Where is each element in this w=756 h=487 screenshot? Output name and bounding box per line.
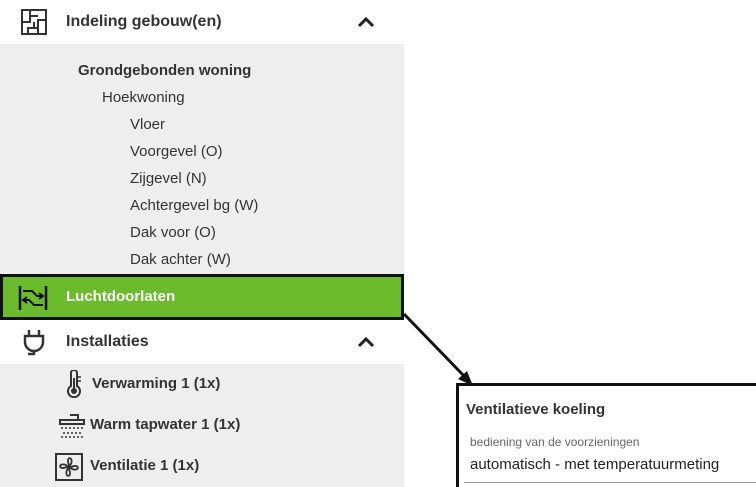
control-select[interactable]: automatisch - met temperatuurmeting xyxy=(470,456,719,473)
control-select-underline xyxy=(464,482,756,483)
chevron-up-icon[interactable] xyxy=(356,12,376,32)
control-field-label: bediening van de voorzieningen xyxy=(470,435,640,449)
sidebar-item-hot-water[interactable]: Warm tapwater 1 (1x) xyxy=(0,405,404,446)
installations-section-label: Installaties xyxy=(66,333,149,350)
tree-item-corner-house[interactable]: Hoekwoning xyxy=(102,89,185,106)
building-section-header[interactable]: Indeling gebouw(en) xyxy=(0,0,404,44)
floorplan-icon xyxy=(20,8,48,36)
sidebar-item-air-inlets-label: Luchtdoorlaten xyxy=(66,288,176,305)
sidebar-item-ventilation-label: Ventilatie 1 (1x) xyxy=(90,457,200,474)
installations-section-header[interactable]: Installaties xyxy=(0,320,404,364)
sidebar-item-heating[interactable]: Verwarming 1 (1x) xyxy=(0,364,404,405)
thermometer-icon xyxy=(60,369,88,399)
tree-item-roof-front[interactable]: Dak voor (O) xyxy=(130,224,216,241)
sidebar-item-air-inlets[interactable]: Luchtdoorlaten xyxy=(0,274,404,320)
detail-title: Ventilatieve koeling xyxy=(466,401,606,418)
fan-icon xyxy=(54,452,83,481)
plug-icon xyxy=(20,328,48,356)
tree-item-side-facade[interactable]: Zijgevel (N) xyxy=(130,170,207,187)
tree-item-floor[interactable]: Vloer xyxy=(130,116,165,133)
building-tree: Grondgebonden woning Hoekwoning Vloer Vo… xyxy=(0,44,404,274)
shower-icon xyxy=(56,411,85,439)
tree-item-dwelling[interactable]: Grondgebonden woning xyxy=(78,62,251,79)
detail-panel: Ventilatieve koeling bediening van de vo… xyxy=(456,383,756,487)
sidebar-item-heating-label: Verwarming 1 (1x) xyxy=(92,375,221,392)
sidebar: Indeling gebouw(en) Grondgebonden woning… xyxy=(0,0,404,487)
tree-item-roof-rear[interactable]: Dak achter (W) xyxy=(130,251,231,268)
tree-item-rear-facade[interactable]: Achtergevel bg (W) xyxy=(130,197,258,214)
chevron-up-icon[interactable] xyxy=(356,332,376,352)
air-flow-icon xyxy=(18,285,48,311)
installations-list: Verwarming 1 (1x) Warm tapwater 1 (1x) V… xyxy=(0,364,404,487)
sidebar-item-ventilation[interactable]: Ventilatie 1 (1x) xyxy=(0,446,404,487)
building-section-label: Indeling gebouw(en) xyxy=(66,13,222,30)
tree-item-front-facade[interactable]: Voorgevel (O) xyxy=(130,143,223,160)
sidebar-item-hot-water-label: Warm tapwater 1 (1x) xyxy=(90,416,241,433)
